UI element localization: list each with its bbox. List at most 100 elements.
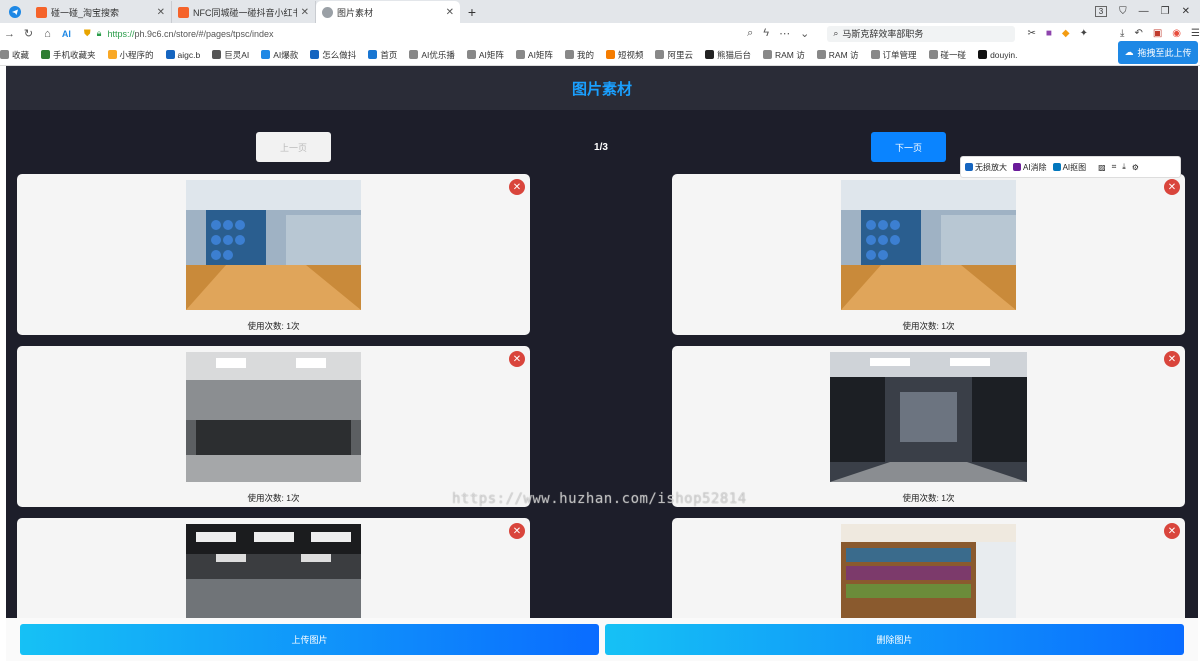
chevron-down-icon[interactable]: ⌄	[800, 27, 809, 40]
bookmark-item[interactable]: 熊猫后台	[704, 49, 751, 61]
lightning-icon[interactable]: ϟ	[763, 27, 769, 40]
bookmark-label: 短视频	[617, 49, 644, 60]
tab-image-materials[interactable]: 图片素材 ✕	[316, 1, 460, 23]
delete-icon[interactable]: ✕	[1164, 523, 1180, 539]
close-tab-icon[interactable]: ✕	[446, 7, 454, 18]
zoom-icon[interactable]: ⌕	[747, 27, 753, 40]
bookmark-label: RAM 访	[828, 49, 859, 60]
url-field[interactable]: ⛊ 🔒︎ https://ph.9c6.cn/store/#/pages/tps…	[84, 28, 653, 39]
ai-icon[interactable]: AI	[57, 29, 76, 39]
bookmark-item[interactable]: AI矩阵	[466, 49, 504, 61]
gym-studio-image[interactable]	[841, 180, 1016, 310]
minimize-icon[interactable]: —	[1139, 6, 1149, 17]
bookmark-item[interactable]: 短视频	[605, 49, 644, 61]
url-path: /store/#/pages/tpsc/index	[173, 28, 274, 39]
bookmark-favicon-icon	[870, 50, 880, 59]
page-indicator: 1/3	[594, 141, 608, 153]
ai-cutout-button[interactable]: AI抠图	[1052, 162, 1086, 173]
extension-orange-icon[interactable]: ◆	[1062, 28, 1070, 39]
tab-taobao[interactable]: 碰一碰_淘宝搜索 ✕	[30, 1, 172, 23]
bookmark-label: 我的	[576, 49, 594, 60]
bookmark-item[interactable]: AI优乐播	[409, 49, 455, 61]
upload-image-button[interactable]: 上传图片	[20, 624, 599, 655]
gym-ceiling-image[interactable]	[186, 524, 361, 619]
bookmark-label: 熊猫后台	[716, 49, 751, 60]
usage-count: 使用次数: 1次	[902, 321, 955, 331]
crop-icon[interactable]: ⌗	[1112, 162, 1117, 172]
bookmark-item[interactable]: aigc.b	[165, 50, 200, 60]
bookmark-item[interactable]: 收藏	[0, 49, 29, 61]
delete-icon[interactable]: ✕	[1164, 351, 1180, 367]
window-count-badge[interactable]: 3	[1094, 5, 1108, 17]
delete-icon[interactable]: ✕	[509, 351, 525, 367]
reload-icon[interactable]: ↻	[19, 27, 38, 40]
download-icon[interactable]: ⤓	[1120, 28, 1124, 39]
restore-icon[interactable]: ❐	[1161, 6, 1170, 17]
bookmark-item[interactable]: AI爆款	[261, 49, 298, 61]
bookmark-item[interactable]: 首页	[368, 49, 397, 61]
wand-icon	[1052, 163, 1061, 171]
action-footer: 上传图片 删除图片	[6, 618, 1198, 661]
bookmark-item[interactable]: 订单管理	[870, 49, 917, 61]
tab-nfc[interactable]: NFC同城碰一碰抖音小红书视 ✕	[172, 1, 316, 23]
extension-purple-icon[interactable]: ■	[1046, 28, 1052, 39]
bookmark-item[interactable]: 怎么做抖	[310, 49, 356, 61]
close-tab-icon[interactable]: ✕	[157, 7, 165, 18]
bookmark-item[interactable]: 我的	[564, 49, 594, 61]
ai-erase-button[interactable]: AI消除	[1013, 162, 1047, 173]
more-icon[interactable]: ⋯	[779, 27, 790, 40]
bookmark-item[interactable]: AI矩阵	[515, 49, 553, 61]
next-page-button[interactable]: 下一页	[871, 132, 946, 162]
bookmark-item[interactable]: 小程序的	[107, 49, 154, 61]
bookmark-item[interactable]: douyin.	[978, 50, 1017, 60]
delete-icon[interactable]: ✕	[509, 179, 525, 195]
bookmark-favicon-icon	[368, 50, 378, 59]
bookmark-item[interactable]: RAM 访	[763, 49, 805, 61]
bookmark-item[interactable]: 巨灵AI	[212, 49, 249, 61]
delete-icon[interactable]: ✕	[1164, 179, 1180, 195]
bookmark-label: 订单管理	[882, 49, 917, 60]
delete-icon[interactable]: ✕	[509, 523, 525, 539]
scissors-icon[interactable]: ✂	[1027, 28, 1035, 39]
baidu-upload-button[interactable]: ☁ 拖拽至此上传	[1118, 41, 1198, 64]
image-card: 使用次数: 1次 ✕	[672, 346, 1185, 507]
menu-icon[interactable]: ☰	[1191, 28, 1200, 39]
save-icon[interactable]: ⤓	[1122, 162, 1126, 172]
bookmark-item[interactable]: 碰一碰	[928, 49, 966, 61]
bookmark-favicon-icon	[466, 50, 476, 59]
ai-upscale-button[interactable]: 无损放大	[965, 162, 1007, 173]
delete-image-button[interactable]: 删除图片	[605, 624, 1184, 655]
search-input[interactable]: ⌕ 马斯克辞效率部职务	[827, 25, 1016, 42]
browser-menu-icon[interactable]	[0, 0, 30, 23]
shirt-icon[interactable]: ⛉	[1119, 6, 1127, 17]
gym-shelves-image[interactable]	[841, 524, 1016, 619]
bookmark-item[interactable]: RAM 访	[816, 49, 859, 61]
gym-weights-image[interactable]	[186, 352, 361, 482]
url-scheme: https://	[107, 28, 135, 39]
home-icon[interactable]: ⌂	[38, 28, 57, 40]
upscale-icon	[965, 163, 973, 171]
nfc-favicon-icon	[178, 6, 189, 18]
page-title: 图片素材	[571, 80, 632, 98]
bookmark-item[interactable]: 手机收藏夹	[41, 49, 96, 61]
gym-studio-image[interactable]	[186, 180, 361, 310]
briefcase-icon[interactable]: ▣	[1153, 28, 1162, 39]
bookmark-label: AI矩阵	[527, 49, 553, 60]
lock-icon: 🔒︎	[96, 28, 102, 38]
puzzle-icon[interactable]: ✦	[1080, 28, 1088, 39]
address-bar-row: → ↻ ⌂ AI ⛊ 🔒︎ https://ph.9c6.cn/store/#/…	[0, 23, 1200, 44]
chrome-icon[interactable]: ◉	[1172, 28, 1181, 39]
image-icon[interactable]: ▨	[1098, 163, 1106, 172]
new-tab-button[interactable]: +	[460, 1, 484, 23]
close-window-icon[interactable]: ✕	[1182, 6, 1190, 17]
bookmark-label: AI矩阵	[478, 49, 504, 60]
bookmark-label: RAM 访	[775, 49, 805, 60]
settings-gear-icon[interactable]: ⚙	[1132, 163, 1139, 172]
prev-page-button[interactable]: 上一页	[256, 132, 331, 162]
bookmark-item[interactable]: 阿里云	[655, 49, 693, 61]
gym-machines-image[interactable]	[830, 352, 1027, 482]
close-tab-icon[interactable]: ✕	[301, 7, 309, 18]
back-icon[interactable]: →	[0, 28, 19, 40]
undo-icon[interactable]: ↶	[1134, 28, 1142, 39]
bookmark-favicon-icon	[261, 50, 271, 59]
